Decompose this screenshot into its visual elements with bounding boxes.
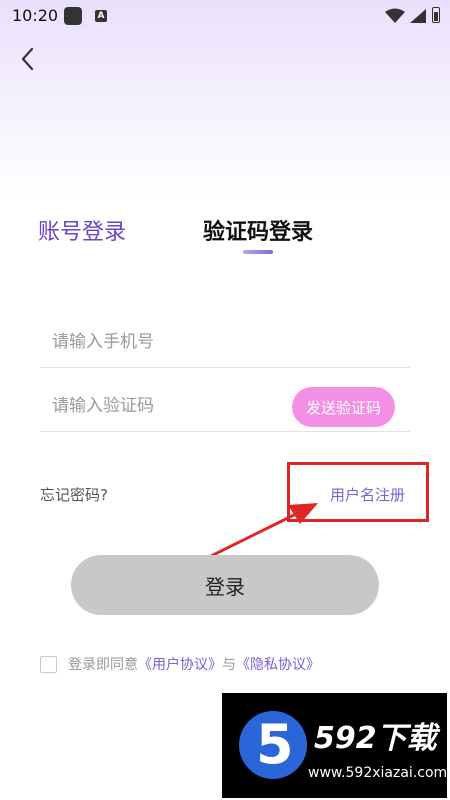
annotation-highlight-box [287,462,429,522]
login-button[interactable]: 登录 [71,555,379,615]
watermark-title: 592下载 [314,721,437,756]
status-time: 10:20 [12,6,59,25]
watermark-logo: 5 592下载 www.592xiazai.com [222,693,447,798]
tab-active-indicator [243,250,273,254]
app-icon [64,7,82,25]
a-notification-icon: A [95,10,107,22]
agreement-checkbox[interactable] [40,656,57,673]
user-agreement-link[interactable]: 《用户协议》 [138,657,222,673]
back-button[interactable] [14,44,44,74]
watermark-digit: 5 [256,713,294,776]
agreement-prefix: 登录即同意 [68,657,138,673]
phone-row [40,318,410,368]
agreement-joiner: 与 [222,657,236,673]
verification-code-input[interactable] [52,392,282,420]
wifi-icon [385,8,405,23]
status-bar: 10:20 A [0,0,450,32]
privacy-policy-link[interactable]: 《隐私协议》 [236,657,320,673]
signal-icon [410,9,426,23]
agreement-text: 登录即同意《用户协议》与《隐私协议》 [68,654,320,674]
watermark-url: www.592xiazai.com [308,765,448,781]
battery-icon [432,7,440,23]
code-row: 发送验证码 [40,382,410,432]
tab-account-login[interactable]: 账号登录 [38,214,126,246]
phone-input[interactable] [52,328,282,356]
tab-code-login[interactable]: 验证码登录 [203,214,313,246]
chevron-left-icon [21,47,34,71]
send-code-button[interactable]: 发送验证码 [292,387,395,427]
forgot-password-link[interactable]: 忘记密码? [40,484,108,505]
